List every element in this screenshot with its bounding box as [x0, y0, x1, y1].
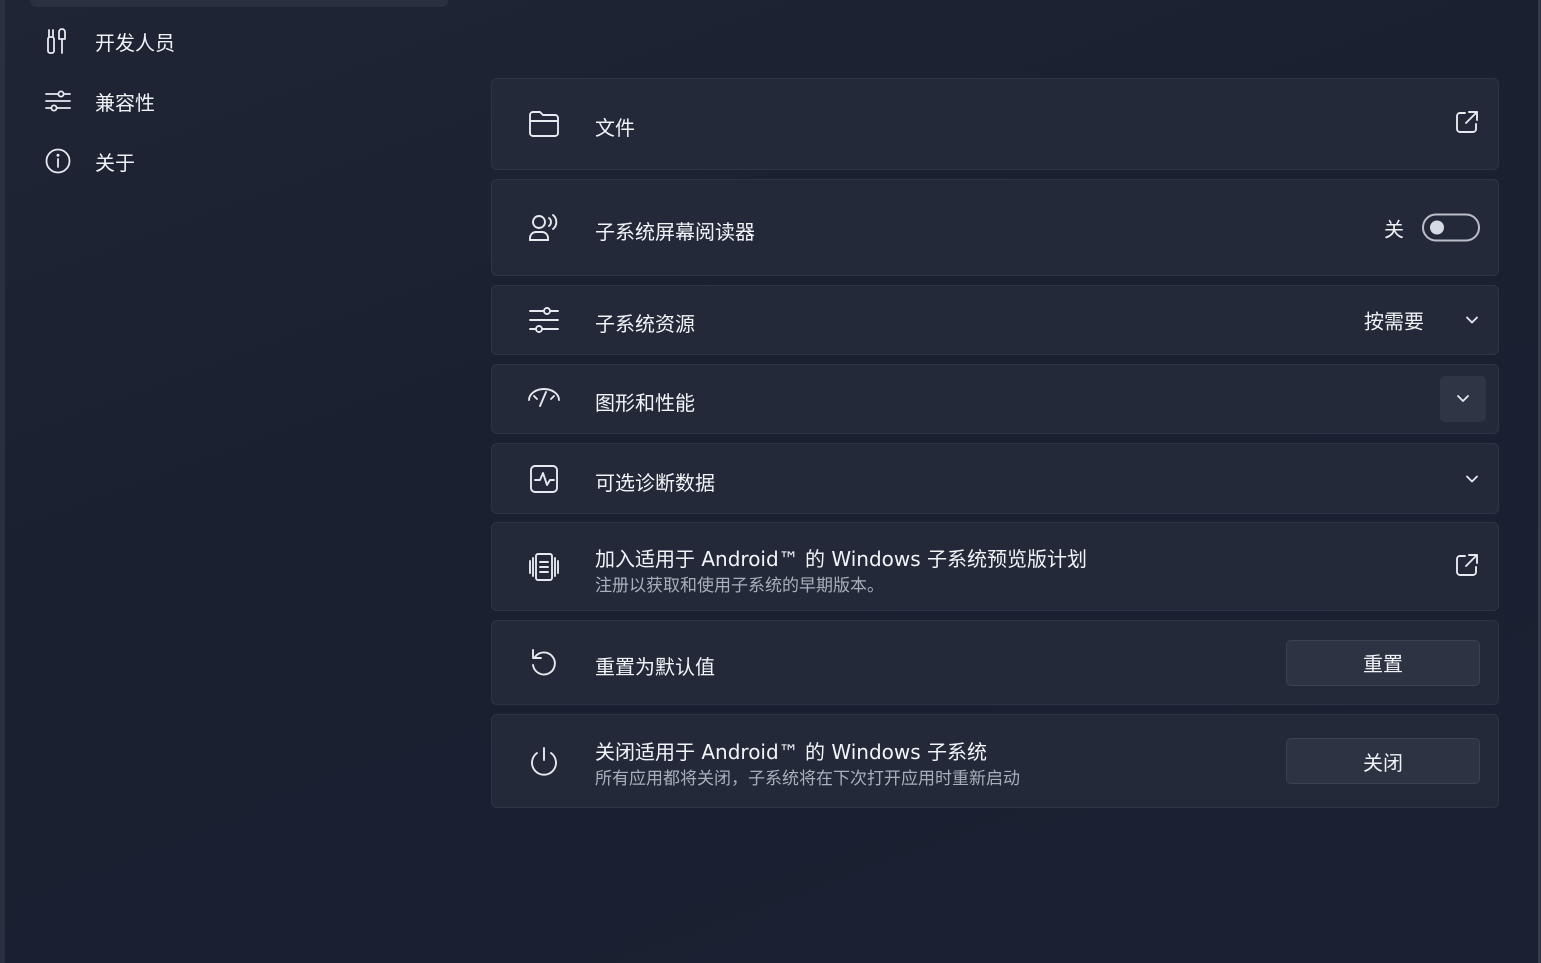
chevron-down-icon[interactable]: [1440, 376, 1486, 422]
diagnostics-title: 可选诊断数据: [595, 471, 715, 495]
preview-program-title: 加入适用于 Android™ 的 Windows 子系统预览版计划: [595, 547, 1088, 571]
sidebar-item-about[interactable]: 关于: [34, 137, 444, 185]
screen-reader-icon: [522, 206, 566, 250]
sidebar-item-developer[interactable]: 开发人员: [34, 17, 444, 65]
sliders-icon: [522, 298, 566, 342]
reset-button[interactable]: 重置: [1286, 639, 1480, 686]
reset-card: 重置为默认值 重置: [491, 620, 1499, 705]
preview-program-icon: [522, 545, 566, 589]
sliders-icon: [34, 88, 82, 114]
resources-dropdown[interactable]: 按需要: [1364, 306, 1480, 335]
graphics-title: 图形和性能: [595, 391, 695, 415]
shutdown-subtitle: 所有应用都将关闭，子系统将在下次打开应用时重新启动: [595, 769, 1020, 789]
diagnostics-card[interactable]: 可选诊断数据: [491, 443, 1499, 514]
screen-reader-toggle-group[interactable]: 关: [1384, 213, 1480, 242]
preview-program-subtitle: 注册以获取和使用子系统的早期版本。: [595, 576, 884, 596]
reset-icon: [522, 641, 566, 685]
window-left-edge: [0, 0, 5, 963]
external-link-icon[interactable]: [1454, 552, 1480, 582]
shutdown-button-wrap: 关闭: [1286, 738, 1480, 784]
preview-program-card[interactable]: 加入适用于 Android™ 的 Windows 子系统预览版计划 注册以获取和…: [491, 522, 1499, 611]
toggle-state-label: 关: [1384, 217, 1404, 241]
screen-reader-title: 子系统屏幕阅读器: [595, 220, 755, 244]
sidebar-item-label: 关于: [95, 150, 135, 175]
reset-button-wrap: 重置: [1286, 639, 1480, 686]
chevron-down-icon[interactable]: [1464, 311, 1480, 330]
sidebar-item-compatibility[interactable]: 兼容性: [34, 77, 444, 125]
folder-icon: [522, 102, 566, 146]
resources-selected-value: 按需要: [1364, 309, 1424, 334]
diagnostics-icon: [522, 457, 566, 501]
reset-title: 重置为默认值: [595, 655, 715, 679]
screen-reader-card: 子系统屏幕阅读器 关: [491, 179, 1499, 276]
resources-title: 子系统资源: [595, 312, 695, 336]
graphics-expand[interactable]: [1440, 376, 1486, 422]
developer-tools-icon: [34, 27, 82, 55]
info-icon: [34, 147, 82, 175]
files-open-external[interactable]: [1454, 109, 1480, 139]
sidebar-item-label: 兼容性: [95, 90, 155, 115]
graphics-card[interactable]: 图形和性能: [491, 364, 1499, 434]
files-title: 文件: [595, 116, 635, 140]
sidebar-item-label: 开发人员: [95, 30, 175, 55]
chevron-down-icon[interactable]: [1464, 469, 1480, 488]
toggle-knob: [1430, 220, 1444, 235]
resources-card[interactable]: 子系统资源 按需要: [491, 285, 1499, 355]
graphics-performance-icon: [522, 377, 566, 421]
shutdown-title: 关闭适用于 Android™ 的 Windows 子系统: [595, 740, 988, 764]
preview-program-open-external[interactable]: [1454, 552, 1480, 582]
external-link-icon[interactable]: [1454, 109, 1480, 139]
app-window: 开发人员 兼容性 关于 文件 子系统屏幕阅读器 关 子系统资源 按需要 图形和性…: [0, 0, 1541, 963]
screen-reader-toggle[interactable]: [1422, 213, 1480, 242]
power-icon: [522, 739, 566, 783]
shutdown-card: 关闭适用于 Android™ 的 Windows 子系统 所有应用都将关闭，子系…: [491, 714, 1499, 808]
shutdown-button[interactable]: 关闭: [1286, 738, 1480, 784]
files-card[interactable]: 文件: [491, 78, 1499, 170]
sidebar-selected-item-remnant[interactable]: [30, 0, 448, 7]
diagnostics-expand[interactable]: [1464, 469, 1480, 488]
